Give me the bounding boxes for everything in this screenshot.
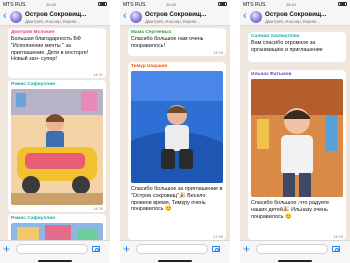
chat-header[interactable]: ‹ Остров Сокровищ... Дмитрий, Ильнар, Ка… — [0, 9, 110, 26]
message-sender: Рамис Сафиуллин — [11, 82, 56, 87]
photo-kid-in-toy-car[interactable] — [11, 89, 103, 205]
message-time: 14:33 — [332, 234, 343, 239]
camera-icon[interactable] — [332, 246, 340, 252]
message-text: Большая благодарность БФ "Исполнение меч… — [11, 36, 89, 63]
message-text: Спасибо большое нам очень понравилось! — [131, 36, 204, 49]
photo-message[interactable]: Тимур Шаршин Спасибо большое за приглаше… — [128, 62, 226, 240]
chat-screenshot-1: MTS RUS 10:22 ‹ Остров Сокровищ... Дмитр… — [0, 0, 110, 263]
message-bubble[interactable]: Салман Хасбиуллин Вам спасибо огромное з… — [248, 32, 346, 62]
photo-image — [11, 223, 103, 240]
chat-title[interactable]: Остров Сокровищ... — [265, 11, 348, 18]
chat-title[interactable]: Остров Сокровищ... — [145, 11, 228, 18]
message-input[interactable] — [256, 244, 328, 254]
chat-header[interactable]: ‹ Остров Сокровищ... Дмитрий, Ильнар, Ка… — [240, 9, 350, 26]
plus-icon[interactable]: + — [3, 243, 10, 255]
photo-message[interactable]: Рамис Сафиуллин 14:39 — [8, 80, 106, 212]
carrier-label: MTS RUS — [123, 2, 146, 8]
message-sender: Ильназ Фатыхов — [251, 72, 292, 77]
message-list[interactable]: Дмитрий Молокин Большая благодарность БФ… — [0, 26, 110, 240]
message-list[interactable]: Мама Сергеевых Спасибо большое нам очень… — [120, 26, 230, 240]
message-bubble[interactable]: Мама Сергеевых Спасибо большое нам очень… — [128, 28, 226, 56]
chat-title[interactable]: Остров Сокровищ... — [25, 11, 108, 18]
message-time: 14:37 — [92, 72, 103, 77]
chat-members[interactable]: Дмитрий, Ильнар, Карим... — [145, 19, 228, 24]
group-avatar[interactable] — [10, 11, 22, 23]
photo-image — [11, 89, 103, 205]
battery-icon — [218, 2, 227, 6]
group-avatar[interactable] — [130, 11, 142, 23]
home-indicator — [38, 260, 72, 262]
photo-thumbnail[interactable] — [11, 223, 103, 240]
message-text: Спасибо большое за приглашение в "Остров… — [131, 186, 223, 213]
home-indicator — [278, 260, 312, 262]
carrier-label: MTS RUS — [243, 2, 266, 8]
message-time: 17:48 — [212, 234, 223, 239]
message-sender: Тимур Шаршин — [131, 64, 168, 69]
message-list[interactable]: Салман Хасбиуллин Вам спасибо огромное з… — [240, 26, 350, 240]
camera-icon[interactable] — [92, 246, 100, 252]
chat-members[interactable]: Дмитрий, Ильнар, Карим... — [265, 19, 348, 24]
message-text: Вам спасибо огромное за организацию и пр… — [251, 40, 323, 53]
photo-kid-on-inflatable[interactable] — [131, 71, 223, 183]
status-bar: MTS RUS 10:22 — [0, 0, 110, 9]
composer-bar: + — [120, 240, 230, 263]
message-input[interactable] — [136, 244, 208, 254]
status-bar: MTS RUS 10:21 — [240, 0, 350, 9]
chat-screenshot-2: MTS RUS 10:22 ‹ Остров Сокровищ... Дмитр… — [120, 0, 230, 263]
message-sender: Рамис Сафиуллин — [11, 216, 56, 221]
group-avatar[interactable] — [250, 11, 262, 23]
plus-icon[interactable]: + — [123, 243, 130, 255]
message-bubble[interactable]: Дмитрий Молокин Большая благодарность БФ… — [8, 28, 106, 78]
battery-icon — [98, 2, 107, 6]
photo-boy-smiling[interactable] — [251, 79, 343, 197]
photo-image — [251, 79, 343, 197]
chat-members[interactable]: Дмитрий, Ильнар, Карим... — [25, 19, 108, 24]
photo-image — [131, 71, 223, 183]
composer-bar: + — [240, 240, 350, 263]
photo-message[interactable]: Рамис Сафиуллин — [8, 214, 106, 240]
message-time: 14:26 — [212, 50, 223, 55]
battery-icon — [338, 2, 347, 6]
composer-bar: + — [0, 240, 110, 263]
message-input[interactable] — [16, 244, 88, 254]
chat-header[interactable]: ‹ Остров Сокровищ... Дмитрий, Ильнар, Ка… — [120, 9, 230, 26]
camera-icon[interactable] — [212, 246, 220, 252]
photo-message[interactable]: Ильназ Фатыхов Спасибо большое ,что раду… — [248, 70, 346, 240]
plus-icon[interactable]: + — [243, 243, 250, 255]
message-text: Спасибо большое ,что радуете наших детей… — [251, 200, 330, 220]
message-time: 14:39 — [92, 206, 103, 211]
home-indicator — [158, 260, 192, 262]
carrier-label: MTS RUS — [3, 2, 26, 8]
chat-screenshot-3: MTS RUS 10:21 ‹ Остров Сокровищ... Дмитр… — [240, 0, 350, 263]
status-bar: MTS RUS 10:22 — [120, 0, 230, 9]
